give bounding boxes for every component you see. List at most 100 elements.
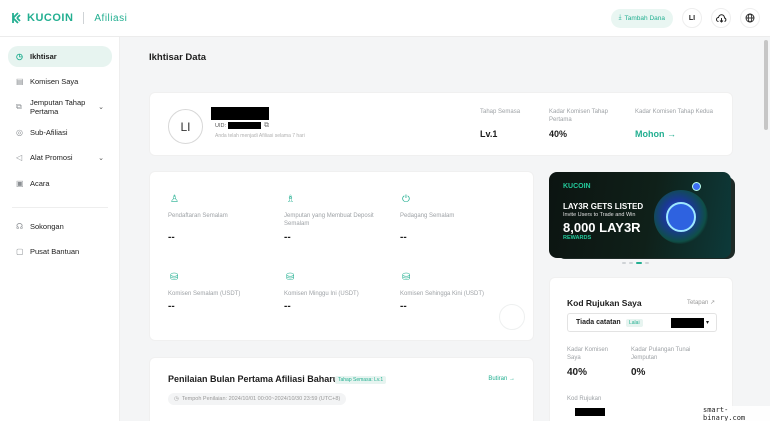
globe-icon[interactable] <box>740 8 760 28</box>
brand-name: KUCOIN <box>27 12 74 24</box>
sidebar-item-label: Pusat Bantuan <box>30 247 80 256</box>
deposit-user-icon: ♗ <box>286 194 295 205</box>
kucoin-logo[interactable]: KUCOIN Afiliasi <box>11 12 127 24</box>
metrics-card: ♙ Pendaftaran Semalam -- ♗ Jemputan yang… <box>149 171 534 341</box>
sidebar-item-label: Sub-Afiliasi <box>30 128 68 137</box>
referral-card: Kod Rujukan Saya Tetapan ↗ Tiada catatan… <box>549 277 733 421</box>
download-icon: ⤓ <box>618 14 622 21</box>
chevron-down-icon: ⌄ <box>98 154 104 162</box>
megaphone-icon: ◁ <box>16 152 23 162</box>
referral-title: Kod Rujukan Saya <box>567 298 642 308</box>
sidebar-item-label: Sokongan <box>30 222 64 231</box>
my-rate-value: 40% <box>567 367 588 378</box>
small-coin-icon <box>692 182 701 191</box>
metric-label: Jemputan yang Membuat Deposit Semalam <box>284 213 374 227</box>
banner-rewards-label: REWARDS <box>563 235 592 241</box>
current-level-badge: Tahap Semasa: Lv.1 <box>335 376 387 384</box>
redacted-uid <box>228 122 261 129</box>
assessment-title: Penilaian Bulan Pertama Afiliasi Baharu <box>168 374 339 384</box>
sidebar-item-alat-promosi[interactable]: ◁ Alat Promosi ⌄ <box>8 147 112 168</box>
details-link[interactable]: Butiran → <box>488 376 515 382</box>
sidebar-item-label: Acara <box>30 179 50 188</box>
banner-subtext: Invite Users to Trade and Win <box>563 212 636 218</box>
user-avatar-button[interactable]: LI <box>682 8 702 28</box>
metric-label: Komisen Minggu Ini (USDT) <box>284 291 359 297</box>
referral-code-select[interactable]: Tiada catatan Lalai ▾ <box>567 313 717 332</box>
metric-value: -- <box>400 232 407 243</box>
metric-label: Pendaftaran Semalam <box>168 213 228 219</box>
second-tier-rate-label: Kadar Komisen Tahap Kedua <box>635 109 713 115</box>
uid-label: UID: <box>215 123 226 129</box>
metric-value: -- <box>168 232 175 243</box>
sidebar-divider <box>12 207 108 208</box>
caret-down-icon: ▾ <box>705 320 709 326</box>
commission-week-icon: ⛁ <box>286 272 295 283</box>
referral-settings-link[interactable]: Tetapan ↗ <box>687 299 715 306</box>
dashboard-icon: ◷ <box>16 51 23 61</box>
promo-banner[interactable]: KUCOIN LAY3R GETS LISTED Invite Users to… <box>549 172 731 258</box>
sidebar-item-ikhtisar[interactable]: ◷ Ikhtisar <box>8 46 112 67</box>
carousel-dot[interactable] <box>645 262 649 264</box>
first-tier-rate-value: 40% <box>549 129 568 139</box>
metric-label: Komisen Semalam (USDT) <box>168 291 241 297</box>
banner-brand: KUCOIN <box>563 183 591 190</box>
headset-icon: ☊ <box>16 221 24 231</box>
profile-card: LI UID: ⧉ Anda telah menjadi Afiliasi se… <box>149 92 733 156</box>
affiliate-duration-note: Anda telah menjadi Afiliasi selama 7 har… <box>215 133 305 139</box>
sidebar-item-label: Komisen Saya <box>30 77 79 86</box>
metric-value: -- <box>168 301 175 312</box>
network-icon: ◎ <box>16 127 23 137</box>
cloud-download-icon[interactable] <box>711 8 731 28</box>
token-coin-icon <box>666 202 696 232</box>
default-badge: Lalai <box>626 319 643 327</box>
coins-decoration-icon <box>499 304 525 330</box>
add-funds-label: Tambah Dana <box>624 14 665 22</box>
sidebar-item-jemputan[interactable]: ⧉ Jemputan Tahap Pertama ⌄ <box>8 95 112 119</box>
brand-subtitle: Afiliasi <box>94 12 128 24</box>
sidebar-item-sub-afiliasi[interactable]: ◎ Sub-Afiliasi <box>8 122 112 143</box>
redacted-code <box>671 318 704 328</box>
metric-label: Pedagang Semalam <box>400 213 455 219</box>
commission-total-icon: ⛁ <box>402 272 411 283</box>
carousel-dot[interactable] <box>622 262 626 264</box>
carousel-dot[interactable] <box>629 262 633 264</box>
avatar: LI <box>168 109 203 144</box>
clock-icon: ◷ <box>174 396 179 402</box>
wallet-icon: ▤ <box>16 76 24 86</box>
main-content: Ikhtisar Data LI UID: ⧉ Anda telah menja… <box>121 37 761 421</box>
page-title: Ikhtisar Data <box>149 52 207 63</box>
my-rate-label: Kadar Komisen Saya <box>567 347 609 361</box>
sidebar-item-pusat-bantuan[interactable]: ▢ Pusat Bantuan <box>8 241 112 262</box>
gift-icon: ▣ <box>16 178 24 188</box>
trade-icon: ⏻ <box>402 194 410 205</box>
logo-divider <box>83 12 85 24</box>
user-icon: ♙ <box>170 194 179 205</box>
sidebar-item-acara[interactable]: ▣ Acara <box>8 173 112 194</box>
redacted-username <box>211 107 269 120</box>
assessment-period: ◷ Tempoh Penilaian: 2024/10/01 00:00~202… <box>168 393 347 405</box>
add-funds-button[interactable]: ⤓ Tambah Dana <box>610 8 673 28</box>
sidebar-item-komisen-saya[interactable]: ▤ Komisen Saya <box>8 71 112 92</box>
carousel-dots[interactable] <box>622 262 649 264</box>
sidebar-item-label: Ikhtisar <box>30 52 57 61</box>
kucoin-logo-icon <box>12 12 21 24</box>
apply-link[interactable]: Mohon → <box>635 129 676 139</box>
sidebar-item-sokongan[interactable]: ☊ Sokongan <box>8 216 112 237</box>
invite-icon: ⧉ <box>16 102 22 111</box>
sidebar: ◷ Ikhtisar ▤ Komisen Saya ⧉ Jemputan Tah… <box>0 37 120 421</box>
help-icon: ▢ <box>16 246 24 256</box>
commission-icon: ⛁ <box>170 272 179 283</box>
banner-reward-amount: 8,000 LAY3R <box>563 220 641 235</box>
current-level-value: Lv.1 <box>480 129 498 139</box>
cashback-rate-label: Kadar Pulangan Tunai Jemputan <box>631 347 691 361</box>
copy-icon[interactable]: ⧉ <box>264 122 269 130</box>
sidebar-item-label: Alat Promosi <box>30 153 73 162</box>
redacted-referral-code <box>575 408 605 416</box>
metric-value: -- <box>284 232 291 243</box>
referral-code-label: Kod Rujukan <box>567 396 602 402</box>
watermark: smart-binary.com <box>700 406 770 421</box>
carousel-dot-active[interactable] <box>636 262 642 264</box>
referral-select-value: Tiada catatan <box>576 319 621 326</box>
page-scrollbar[interactable] <box>764 40 768 130</box>
sidebar-item-label: Jemputan Tahap Pertama <box>30 98 86 116</box>
